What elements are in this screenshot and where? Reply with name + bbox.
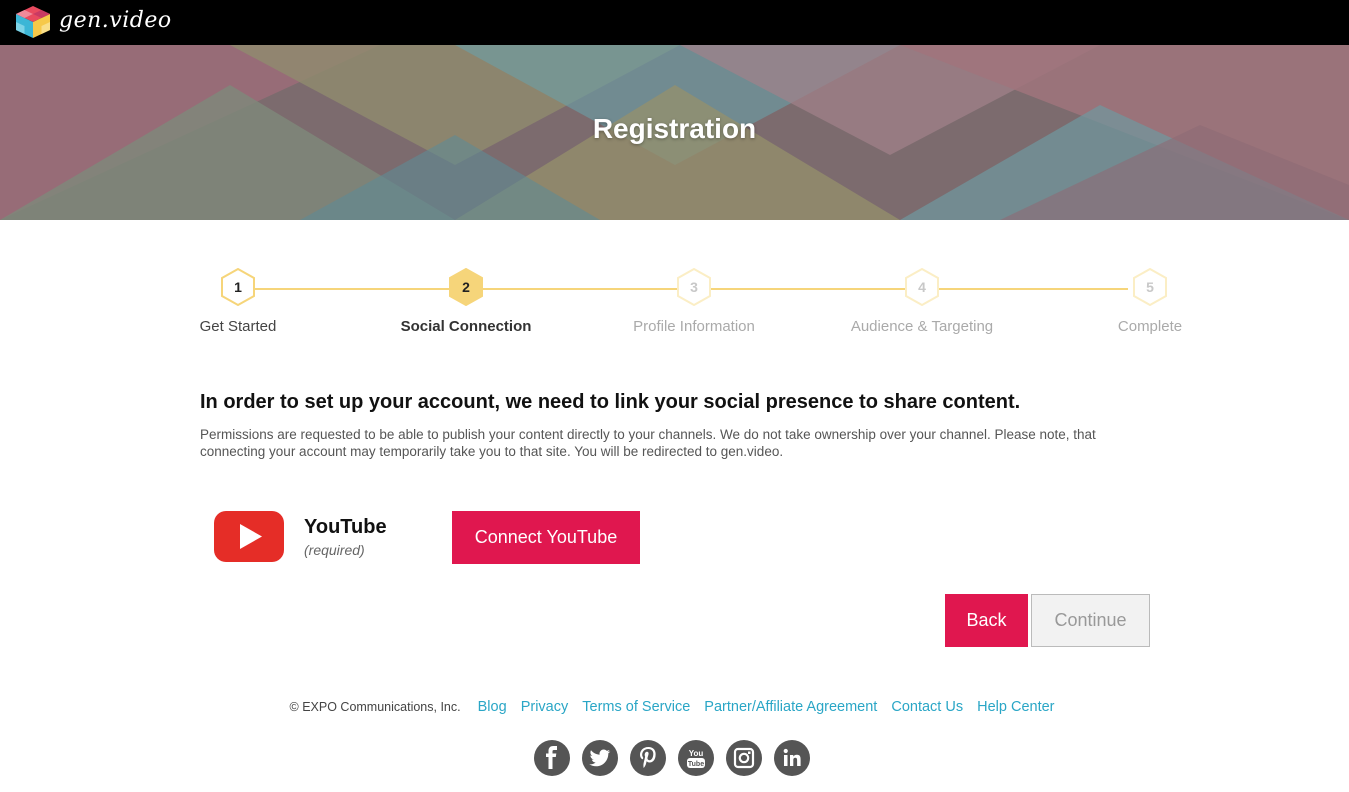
step-audience-targeting: 4 Audience & Targeting [842,268,1002,335]
twitter-icon[interactable] [582,740,618,776]
footer-link-blog[interactable]: Blog [478,699,507,715]
step-number: 4 [918,279,926,295]
footer-link-privacy[interactable]: Privacy [521,699,569,715]
svg-text:Tube: Tube [688,761,704,768]
step-label: Complete [1117,318,1183,335]
social-links: You Tube [534,740,814,776]
back-button[interactable]: Back [945,594,1028,647]
step-get-started: 1 Get Started [158,268,318,335]
gen-video-logo-icon[interactable] [16,6,50,38]
step-hexagon: 1 [221,268,255,306]
svg-text:You: You [689,749,704,758]
footer-link-help-center[interactable]: Help Center [977,699,1054,715]
youtube-label: YouTube [304,516,387,538]
section-heading: In order to set up your account, we need… [200,391,1021,413]
continue-button[interactable]: Continue [1031,594,1150,647]
top-bar: gen.video [0,0,1349,45]
instagram-icon[interactable] [726,740,762,776]
step-label: Social Connection [400,318,532,335]
step-hexagon: 3 [677,268,711,306]
step-label: Get Started [199,318,277,335]
copyright-icon: © [289,700,299,714]
required-label: (required) [304,542,365,558]
step-social-connection: 2 Social Connection [386,268,546,335]
step-hexagon: 2 [449,268,483,306]
footer-link-terms[interactable]: Terms of Service [582,699,690,715]
step-number: 5 [1146,279,1154,295]
brand-name[interactable]: gen.video [59,8,172,33]
connect-youtube-button[interactable]: Connect YouTube [452,511,640,564]
registration-stepper: 1 Get Started 2 Social Connection 3 Prof… [160,268,1190,343]
step-complete: 5 Complete [1070,268,1230,335]
pinterest-icon[interactable] [630,740,666,776]
step-number: 3 [690,279,698,295]
facebook-icon[interactable] [534,740,570,776]
step-label: Audience & Targeting [850,318,994,335]
step-hexagon: 4 [905,268,939,306]
page-title: Registration [592,113,757,144]
step-profile-information: 3 Profile Information [614,268,774,335]
permissions-note: Permissions are requested to be able to … [200,427,1096,459]
youtube-logo-icon [214,511,284,562]
copyright: © EXPO Communications, Inc. [290,700,461,714]
youtube-icon[interactable]: You Tube [678,740,714,776]
linkedin-icon[interactable] [774,740,810,776]
step-hexagon: 5 [1133,268,1167,306]
step-number: 1 [234,279,242,295]
copyright-text: EXPO Communications, Inc. [302,700,461,714]
step-label: Profile Information [633,318,755,335]
step-number: 2 [462,279,470,295]
hero-banner: Registration [0,45,1349,220]
footer-link-partner-agreement[interactable]: Partner/Affiliate Agreement [704,699,877,715]
footer: © EXPO Communications, Inc. Blog Privacy… [0,699,1349,715]
footer-link-contact[interactable]: Contact Us [891,699,963,715]
